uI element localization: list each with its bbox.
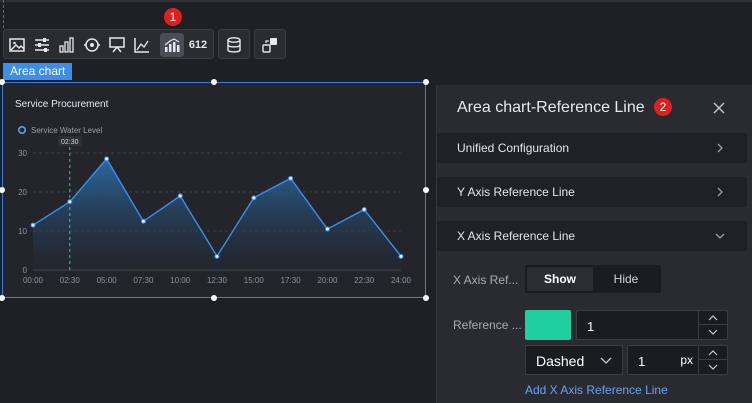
line-width-stepper: [698, 346, 727, 374]
database-icon[interactable]: [222, 33, 246, 57]
section-label: Y Axis Reference Line: [457, 185, 575, 199]
x-tick-label: 17:30: [281, 276, 302, 285]
widget-type-tag: Area chart: [3, 63, 73, 80]
data-point[interactable]: [104, 156, 110, 162]
resize-handle-tr[interactable]: [423, 79, 429, 85]
close-icon[interactable]: [710, 99, 728, 117]
board-icon[interactable]: [105, 33, 129, 57]
resize-handle-br[interactable]: [423, 295, 429, 301]
radar-icon[interactable]: [80, 33, 104, 57]
number-icon-text: 612: [188, 39, 208, 51]
data-point[interactable]: [251, 195, 257, 201]
legend-marker: [18, 125, 27, 134]
x-tick-label: 05:00: [97, 276, 118, 285]
resize-handle-bc[interactable]: [211, 295, 217, 301]
x-tick-label: 20:00: [317, 276, 338, 285]
x-tick-label: 15:00: [244, 276, 265, 285]
section-label: Unified Configuration: [457, 141, 570, 155]
share-icon[interactable]: [258, 33, 282, 57]
y-tick-label: 0: [23, 266, 28, 275]
x-axis-ref-label: X Axis Ref...: [453, 273, 519, 287]
chevron-up-icon[interactable]: [708, 350, 718, 356]
show-option[interactable]: Show: [527, 267, 593, 291]
show-hide-toggle: Show Hide: [525, 265, 661, 293]
x-tick-label: 07:30: [133, 276, 154, 285]
data-point[interactable]: [288, 175, 294, 181]
section-x-axis-reference-line[interactable]: X Axis Reference Line: [437, 221, 747, 251]
data-point[interactable]: [67, 199, 73, 205]
resize-handle-bl[interactable]: [0, 295, 5, 301]
reference-color-swatch[interactable]: [525, 310, 571, 340]
step-badge-2: 2: [654, 98, 672, 116]
chart-tool-group: 612: [3, 29, 214, 59]
y-tick-label: 20: [18, 188, 27, 197]
x-tick-label: 22:30: [354, 276, 375, 285]
chevron-down-icon[interactable]: [708, 364, 718, 370]
panel-title: Area chart-Reference Line: [457, 99, 645, 116]
line-width-unit: px: [680, 353, 693, 367]
hide-option[interactable]: Hide: [593, 267, 659, 291]
line-width-input[interactable]: 1 px: [627, 345, 728, 375]
x-tick-label: 10:00: [170, 276, 191, 285]
chevron-right-icon: [717, 187, 723, 197]
reference-line-panel: Area chart-Reference Line 2 Unified Conf…: [436, 85, 752, 403]
data-point[interactable]: [140, 218, 146, 224]
reference-value-stepper: [698, 311, 727, 339]
chevron-down-icon: [715, 233, 725, 239]
reference-tag: 02:30: [61, 139, 79, 146]
sliders-icon[interactable]: [30, 33, 54, 57]
area-fill: [33, 158, 401, 270]
scatter-icon[interactable]: [130, 33, 154, 57]
section-label: X Axis Reference Line: [457, 229, 576, 243]
resize-handle-mr[interactable]: [423, 187, 429, 193]
guide-line: [3, 0, 4, 28]
number-icon[interactable]: 612: [186, 33, 210, 57]
reference-label: Reference ...: [453, 318, 522, 332]
line-style-value: Dashed: [536, 353, 585, 369]
x-tick-label: 00:00: [23, 276, 44, 285]
y-axis-ticks: 0 10 20 30: [18, 149, 27, 275]
step-badge-1: 1: [164, 8, 182, 26]
data-point[interactable]: [361, 207, 367, 213]
area-chart-widget[interactable]: Service Procurement Service Water Level …: [2, 82, 426, 298]
x-tick-label: 24:00: [391, 276, 412, 285]
reference-value-input[interactable]: 1: [576, 310, 728, 340]
y-tick-label: 10: [18, 227, 27, 236]
legend-label[interactable]: Service Water Level: [31, 126, 103, 135]
reference-value: 1: [587, 319, 595, 334]
x-axis-ticks: 00:00 02:30 05:00 07:30 10:00 12:30 15:00 17:30…: [23, 276, 412, 285]
data-point[interactable]: [324, 226, 330, 232]
data-point[interactable]: [177, 193, 183, 199]
section-y-axis-reference-line[interactable]: Y Axis Reference Line: [437, 177, 747, 207]
x-tick-label: 12:30: [207, 276, 228, 285]
chevron-right-icon: [717, 143, 723, 153]
data-point[interactable]: [30, 222, 36, 228]
share-tool-group: [254, 29, 286, 59]
area-chart: Service Procurement Service Water Level …: [15, 99, 412, 285]
line-width-value: 1: [638, 354, 646, 369]
add-x-axis-reference-line-link[interactable]: Add X Axis Reference Line: [525, 383, 668, 397]
data-point[interactable]: [398, 253, 404, 259]
x-tick-label: 02:30: [60, 276, 81, 285]
area-chart-icon[interactable]: [160, 33, 184, 57]
chevron-down-icon: [600, 357, 612, 364]
section-unified-configuration[interactable]: Unified Configuration: [437, 133, 747, 163]
resize-handle-tc[interactable]: [211, 79, 217, 85]
chart-title: Service Procurement: [15, 99, 109, 110]
data-tool-group: [218, 29, 250, 59]
chevron-down-icon[interactable]: [708, 329, 718, 335]
line-style-select[interactable]: Dashed: [525, 345, 623, 375]
image-icon[interactable]: [5, 33, 29, 57]
top-bar: [0, 0, 752, 2]
bar-chart-icon[interactable]: [55, 33, 79, 57]
data-point[interactable]: [214, 253, 220, 259]
y-tick-label: 30: [18, 149, 27, 158]
chevron-up-icon[interactable]: [708, 315, 718, 321]
